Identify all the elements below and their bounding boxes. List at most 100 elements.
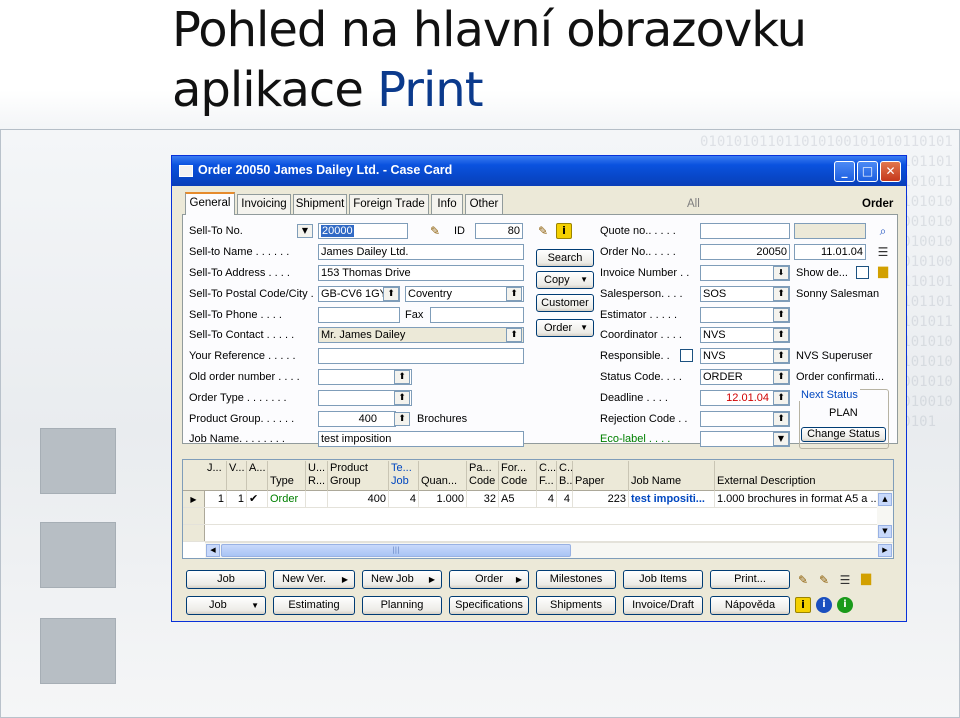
change-status-button[interactable]: Change Status xyxy=(801,427,886,442)
grid-cell[interactable]: 1 xyxy=(205,491,227,508)
scroll-right-icon[interactable]: ▶ xyxy=(878,544,892,557)
dropdown-arrow-icon[interactable]: ▼ xyxy=(297,224,313,238)
grid-cell[interactable]: 32 xyxy=(467,491,499,508)
tab-foreign-trade[interactable]: Foreign Trade xyxy=(349,194,429,214)
grid-col-header[interactable]: C... B... xyxy=(557,461,573,491)
lookup-arrow-icon[interactable]: ⬆ xyxy=(394,370,410,384)
tab-shipment[interactable]: Shipment xyxy=(293,194,347,214)
lookup-arrow-icon[interactable]: ⬆ xyxy=(773,328,789,342)
search-icon[interactable]: ⌕ xyxy=(875,223,891,239)
grid-cell[interactable]: test impositi... xyxy=(629,491,715,508)
grid-col-header[interactable]: Pa... Code xyxy=(467,461,499,491)
grid-col-header[interactable]: Quan... xyxy=(419,461,467,491)
grid-col-header[interactable]: C... F... xyxy=(537,461,557,491)
window-titlebar[interactable]: Order 20050 James Dailey Ltd. - Case Car… xyxy=(172,156,906,186)
info-blue-icon[interactable]: i xyxy=(816,597,832,613)
fax-field[interactable] xyxy=(430,307,524,323)
lookup-arrow-icon[interactable]: ⬆ xyxy=(773,391,789,405)
edit-pencil-icon[interactable]: ✎ xyxy=(427,223,443,239)
lookup-arrow-icon[interactable]: ⬆ xyxy=(506,328,522,342)
grid-col-header[interactable]: Product Group xyxy=(328,461,389,491)
tab-info[interactable]: Info xyxy=(431,194,463,214)
lookup-arrow-icon[interactable]: ⬆ xyxy=(773,287,789,301)
scroll-up-icon[interactable]: ▲ xyxy=(878,493,892,506)
folder-icon[interactable]: ▆ xyxy=(858,571,874,587)
contact-field[interactable]: Mr. James Dailey xyxy=(318,327,524,343)
grid-col-header[interactable]: A... xyxy=(247,461,268,491)
sell-to-name-field[interactable]: James Dailey Ltd. xyxy=(318,244,524,260)
job-name-field[interactable]: test imposition xyxy=(318,431,524,447)
grid-col-header[interactable]: V... xyxy=(227,461,247,491)
order-date-field[interactable]: 11.01.04 xyxy=(794,244,866,260)
order-dropdown-button[interactable]: Order ▼ xyxy=(536,319,594,337)
grid-cell[interactable]: Order xyxy=(268,491,306,508)
sell-to-address-field[interactable]: 153 Thomas Drive xyxy=(318,265,524,281)
list-icon[interactable]: ☰ xyxy=(837,572,853,588)
order-no-field[interactable]: 20050 xyxy=(700,244,790,260)
milestones-button[interactable]: Milestones xyxy=(536,570,616,589)
grid-col-header[interactable]: For... Code xyxy=(499,461,537,491)
product-group-field[interactable]: 400 xyxy=(318,411,396,427)
edit-pencil-icon[interactable]: ✎ xyxy=(816,572,832,588)
new-job-button[interactable]: New Job ▶ xyxy=(362,570,442,589)
estimating-button[interactable]: Estimating xyxy=(273,596,355,615)
scrollbar-thumb[interactable]: ||| xyxy=(221,544,571,557)
tab-other[interactable]: Other xyxy=(465,194,503,214)
scroll-down-icon[interactable]: ▼ xyxy=(878,525,892,538)
info-icon[interactable]: i xyxy=(795,597,811,613)
tab-general[interactable]: General xyxy=(185,192,235,215)
grid-cell[interactable]: 1 xyxy=(227,491,247,508)
grid-cell[interactable]: 1.000 brochures in format A5 a ... xyxy=(715,491,879,508)
quote-no-field[interactable] xyxy=(700,223,790,239)
shipments-button[interactable]: Shipments xyxy=(536,596,616,615)
specifications-button[interactable]: Specifications xyxy=(449,596,529,615)
grid-cell[interactable]: A5 xyxy=(499,491,537,508)
lookup-arrow-icon[interactable]: ⬆ xyxy=(773,412,789,426)
sell-to-no-field[interactable]: 20000 xyxy=(318,223,408,239)
minimize-button[interactable]: _ xyxy=(834,161,855,182)
grid-cell[interactable] xyxy=(306,491,328,508)
info-green-icon[interactable]: i xyxy=(837,597,853,613)
job-button[interactable]: Job xyxy=(186,570,266,589)
grid-col-header[interactable]: External Description xyxy=(715,461,893,491)
table-row[interactable] xyxy=(183,525,893,542)
grid-col-header[interactable]: J... xyxy=(205,461,227,491)
print-button[interactable]: Print... xyxy=(710,570,790,589)
lookup-arrow-icon[interactable]: ⬆ xyxy=(383,287,399,301)
edit-pencil-icon[interactable]: ✎ xyxy=(535,223,551,239)
dropdown-arrow-icon[interactable]: ▼ xyxy=(773,432,789,446)
lookup-arrow-icon[interactable]: ⬆ xyxy=(394,391,410,405)
your-reference-field[interactable] xyxy=(318,348,524,364)
grid-cell[interactable]: 400 xyxy=(328,491,389,508)
job-dropdown-button[interactable]: Job ▼ xyxy=(186,596,266,615)
customer-button[interactable]: Customer xyxy=(536,294,594,312)
lookup-arrow-icon[interactable]: ⬆ xyxy=(773,349,789,363)
grid-col-header[interactable]: Te... Job xyxy=(389,461,419,491)
id-field[interactable]: 80 xyxy=(475,223,523,239)
lookup-arrow-icon[interactable]: ⬆ xyxy=(773,308,789,322)
scroll-left-icon[interactable]: ◀ xyxy=(206,544,220,557)
order-menu-button[interactable]: Order ▶ xyxy=(449,570,529,589)
phone-field[interactable] xyxy=(318,307,400,323)
grid-cell[interactable]: ✔ xyxy=(247,491,268,508)
planning-button[interactable]: Planning xyxy=(362,596,442,615)
folder-icon[interactable]: ▆ xyxy=(875,264,891,280)
info-icon[interactable]: i xyxy=(556,223,572,239)
show-details-checkbox[interactable] xyxy=(856,266,869,279)
grid-col-header[interactable]: Job Name xyxy=(629,461,715,491)
responsible-checkbox[interactable] xyxy=(680,349,693,362)
horizontal-scrollbar[interactable]: ◀ ||| ▶ xyxy=(205,542,893,558)
grid-col-header[interactable]: Paper xyxy=(573,461,629,491)
grid-col-header[interactable]: Type xyxy=(268,461,306,491)
grid-cell[interactable]: 4 xyxy=(389,491,419,508)
lookup-arrow-icon[interactable]: ⬆ xyxy=(773,370,789,384)
lookup-arrow-icon[interactable]: ⬆ xyxy=(506,287,522,301)
invoice-draft-button[interactable]: Invoice/Draft xyxy=(623,596,703,615)
table-row[interactable]: 1 1 ✔ Order 400 4 1.000 32 A5 4 4 223 te… xyxy=(183,491,893,508)
maximize-button[interactable]: □ xyxy=(857,161,878,182)
search-button[interactable]: Search xyxy=(536,249,594,267)
table-row[interactable] xyxy=(183,508,893,525)
close-button[interactable]: ✕ xyxy=(880,161,901,182)
copy-button[interactable]: Copy ▼ xyxy=(536,271,594,289)
grid-cell[interactable]: 1.000 xyxy=(419,491,467,508)
